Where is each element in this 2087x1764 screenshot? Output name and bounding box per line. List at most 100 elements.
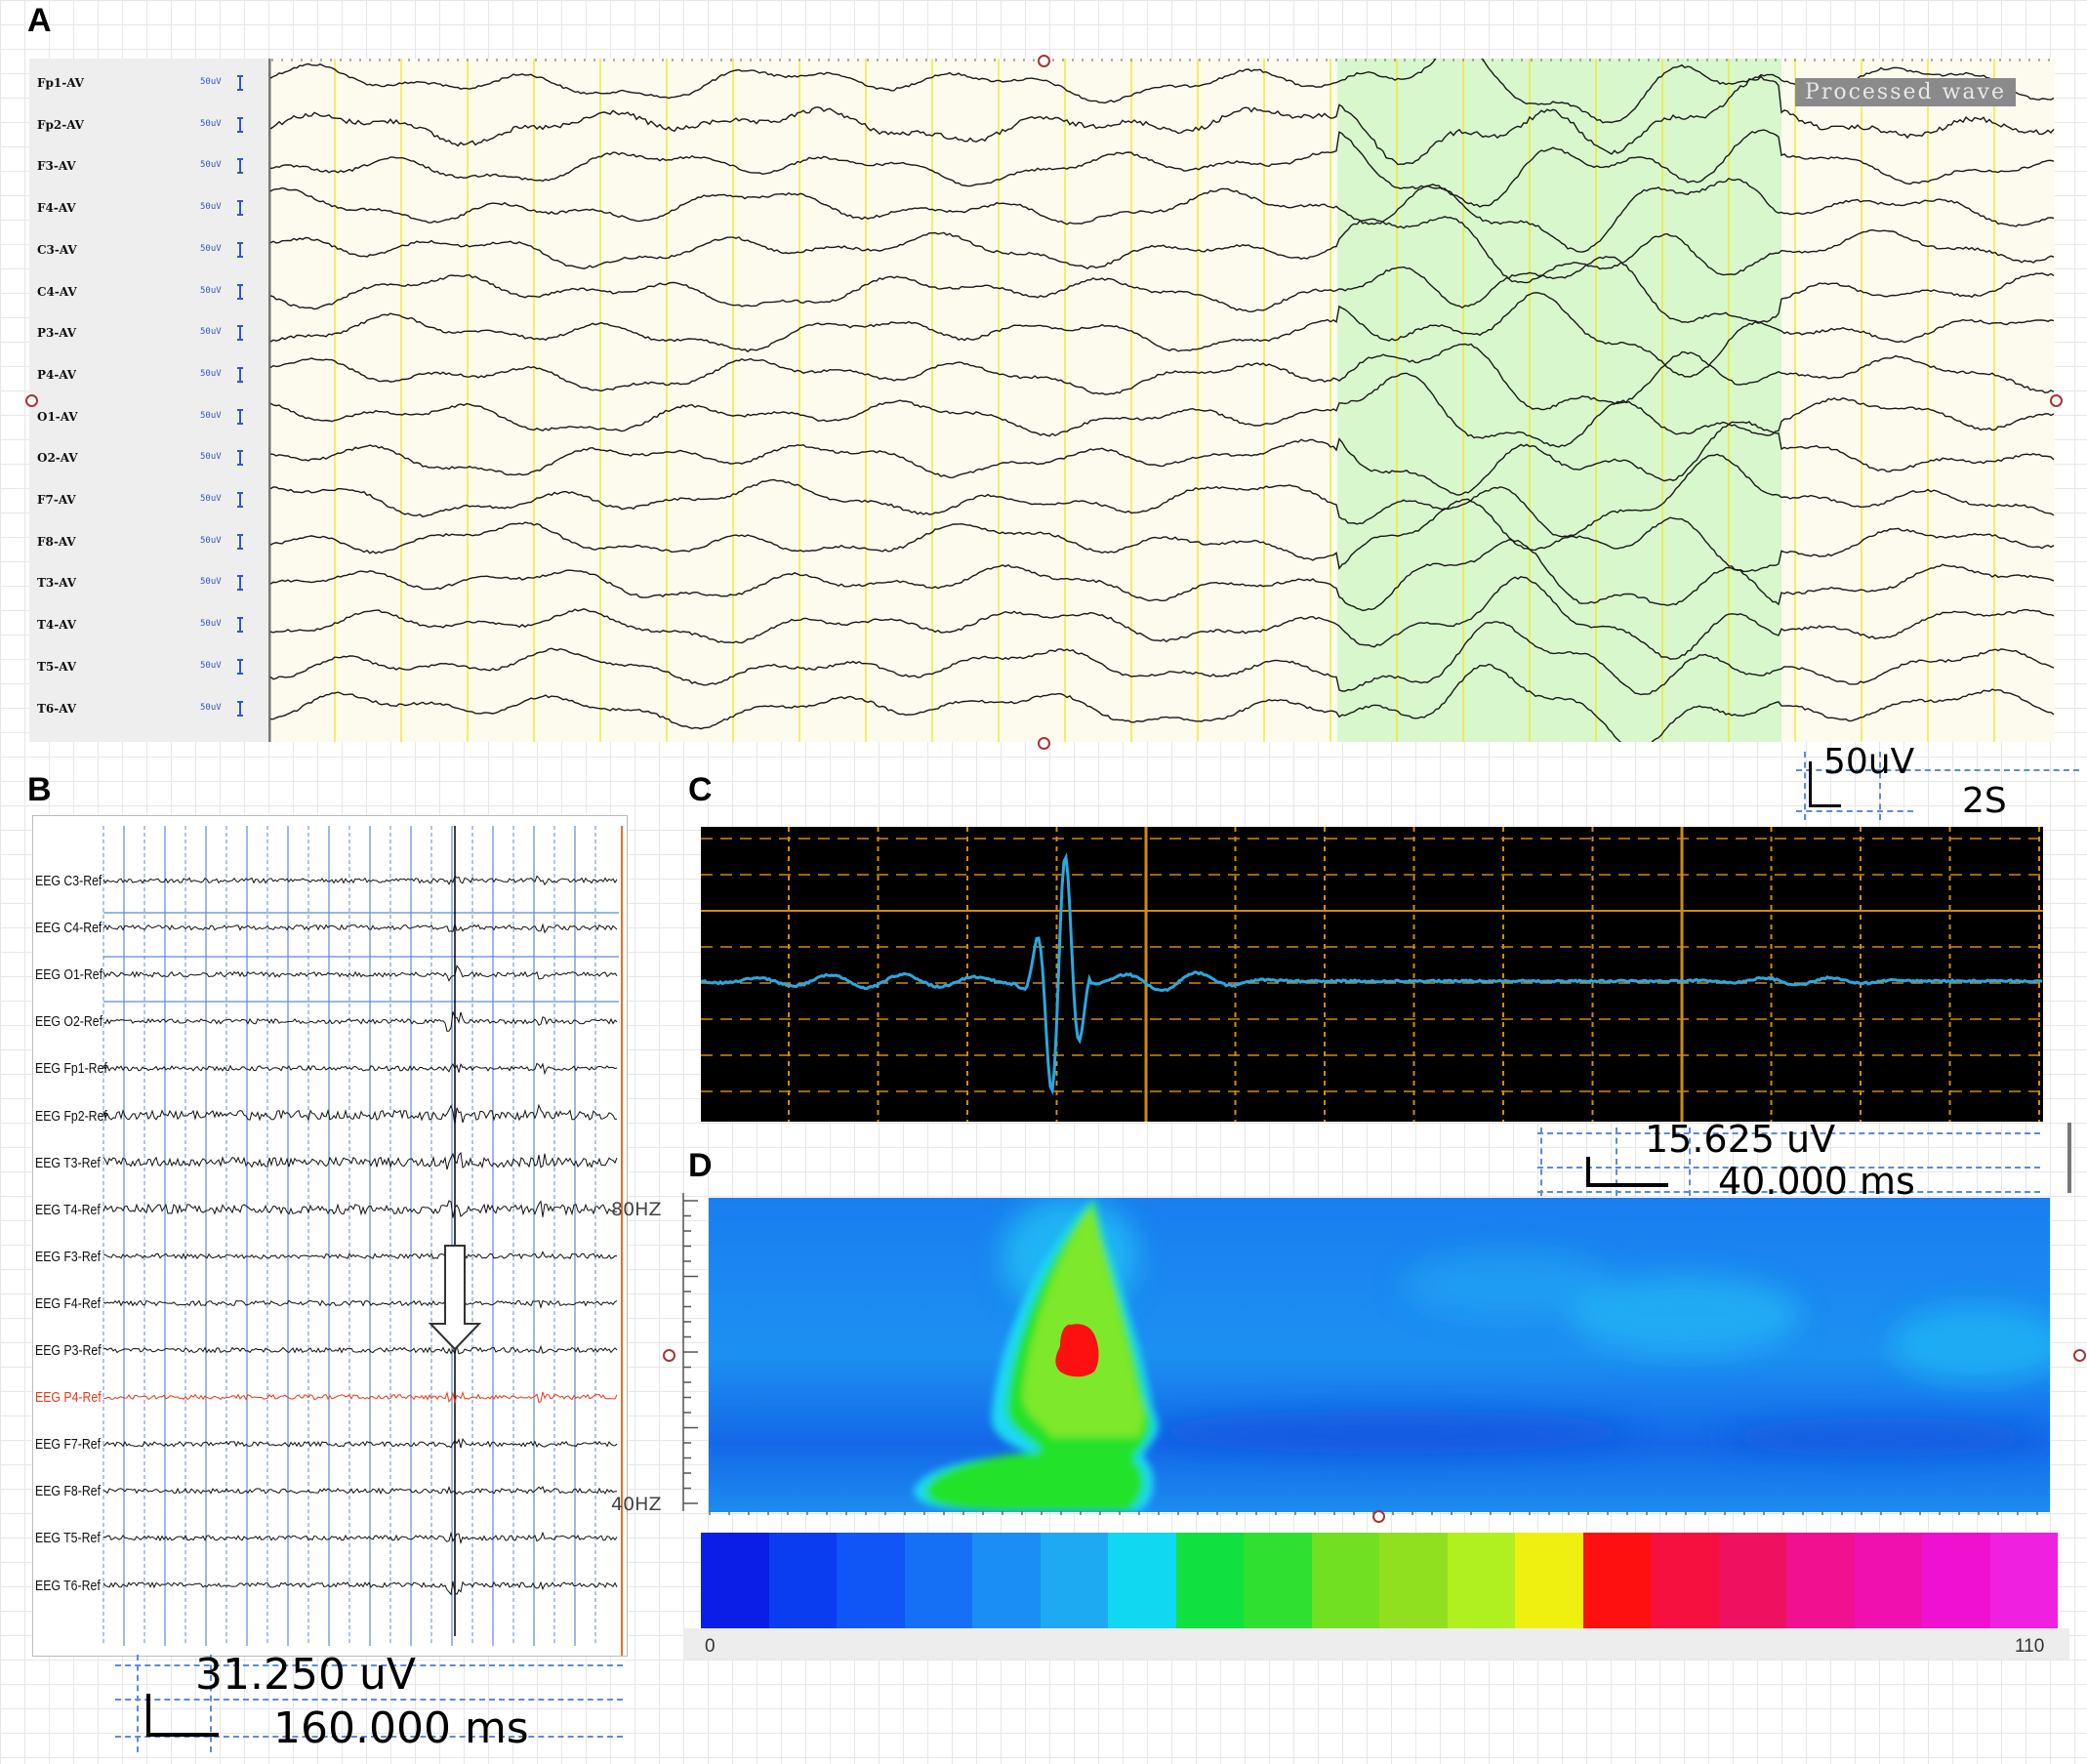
resize-handle-bottom[interactable] — [1038, 737, 1050, 750]
channel-label: P3-AV — [37, 326, 77, 341]
eeg-trace-area-b — [102, 826, 623, 1656]
panel-a-eeg-view: Fp1-AV 50uV Fp2-AV 50uV F3-AV 50uV F4-AV 50uV C3… — [29, 59, 2055, 742]
channel-label: O1-AV — [37, 409, 78, 424]
gain-bar-icon — [237, 366, 245, 383]
gain-bar-icon — [237, 533, 245, 550]
channel-label: EEG C3-Ref — [35, 873, 102, 889]
eeg-trace — [103, 1390, 618, 1404]
gain-label: 50uV — [200, 77, 222, 87]
eeg-trace-area — [268, 59, 2055, 742]
panel-letter-a: A — [27, 2, 52, 39]
panel-a-scale-time: 2S — [1962, 781, 2007, 821]
colorbar — [701, 1533, 2058, 1628]
highlight-region — [1337, 59, 1781, 742]
eeg-trace — [102, 922, 618, 934]
gain-bar-icon — [237, 200, 245, 217]
channel-label: T3-AV — [37, 576, 77, 591]
channel-label: Fp2-AV — [37, 117, 84, 132]
channel-label: P4-AV — [37, 367, 77, 382]
eeg-trace — [102, 875, 618, 886]
colorbar-swatch — [1379, 1533, 1448, 1628]
eeg-trace — [102, 1011, 618, 1032]
eeg-trace — [102, 1103, 618, 1126]
channel-label: T4-AV — [37, 618, 77, 633]
resize-handle-right[interactable] — [2050, 394, 2063, 407]
channel-label: EEG F7-Ref — [35, 1436, 101, 1454]
spectrogram-plot — [709, 1198, 2066, 1512]
time-tick-row — [709, 1511, 2038, 1515]
gain-label: 50uV — [200, 702, 222, 713]
colorbar-swatch — [1447, 1533, 1515, 1628]
colorbar-strip — [683, 1628, 2069, 1660]
freq-label-bottom: 40HZ — [611, 1494, 662, 1515]
channel-label-column: Fp1-AV 50uV Fp2-AV 50uV F3-AV 50uV F4-AV 50uV C3… — [29, 59, 268, 742]
gain-label: 50uV — [200, 118, 222, 129]
eeg-trace — [102, 1151, 618, 1170]
panel-b-scale-time: 160.000 ms — [273, 1703, 529, 1753]
colorbar-swatch — [972, 1533, 1041, 1628]
colorbar-swatch — [1786, 1533, 1855, 1628]
channel-label: EEG O1-Ref — [35, 966, 103, 984]
channel-label: EEG C4-Ref — [35, 920, 102, 937]
gain-bar-icon — [237, 408, 245, 425]
gain-label: 50uV — [200, 327, 222, 338]
colorbar-swatch — [701, 1533, 769, 1628]
gain-label: 50uV — [200, 577, 222, 588]
channel-label: EEG Fp2-Ref — [35, 1107, 107, 1125]
panel-c-scale-time: 40.000 ms — [1718, 1160, 1915, 1203]
processed-wave-badge: Processed wave — [1795, 78, 2016, 106]
eeg-trace — [102, 1580, 618, 1596]
channel-label: F8-AV — [37, 534, 76, 549]
gain-bar-icon — [237, 450, 245, 467]
colorbar-swatch — [1311, 1533, 1379, 1628]
channel-label: T5-AV — [37, 659, 77, 674]
channel-label: EEG F3-Ref — [35, 1248, 101, 1265]
scale-bracket-icon — [146, 1694, 219, 1737]
gain-bar-icon — [237, 325, 245, 342]
resize-handle-top[interactable] — [1038, 55, 1050, 67]
channel-label: EEG P3-Ref — [35, 1342, 102, 1359]
freq-label-top: 80HZ — [611, 1199, 662, 1220]
gain-bar-icon — [237, 283, 245, 300]
gain-label: 50uV — [200, 619, 222, 630]
channel-label: T6-AV — [37, 701, 77, 716]
resize-handle-right-d[interactable] — [2073, 1349, 2086, 1362]
gain-label: 50uV — [200, 494, 222, 504]
panel-c-waveform-view — [700, 827, 2043, 1122]
channel-label: F7-AV — [37, 493, 76, 507]
eeg-trace — [102, 1531, 618, 1545]
channel-label: EEG T4-Ref — [35, 1201, 101, 1218]
panel-letter-c: C — [688, 771, 713, 808]
colorbar-swatch — [1244, 1533, 1312, 1628]
channel-label: EEG F8-Ref — [35, 1483, 101, 1500]
gain-bar-icon — [237, 492, 245, 508]
eeg-trace — [102, 1062, 618, 1076]
gain-bar-icon — [237, 75, 245, 91]
resize-handle-left[interactable] — [25, 394, 38, 407]
colorbar-swatch — [1922, 1533, 1990, 1628]
resize-handle-left-d[interactable] — [663, 1349, 675, 1362]
gain-label: 50uV — [200, 368, 222, 379]
gain-label: 50uV — [200, 410, 222, 421]
colorbar-max-label: 110 — [2015, 1636, 2045, 1657]
channel-label: C4-AV — [37, 284, 77, 299]
colorbar-min-label: 0 — [705, 1636, 716, 1657]
gain-bar-icon — [237, 158, 245, 175]
eeg-trace — [102, 1485, 618, 1496]
scale-bracket-icon — [1586, 1157, 1668, 1187]
eeg-trace — [102, 1297, 618, 1310]
gain-bar-icon — [237, 116, 245, 133]
panel-b-eeg-view: EEG C3-Ref EEG C4-Ref EEG O1-Ref EEG O2-Ref… — [32, 815, 628, 1657]
gain-label: 50uV — [200, 660, 222, 671]
gain-bar-icon — [237, 700, 245, 717]
colorbar-swatch — [1718, 1533, 1786, 1628]
colorbar-swatch — [1989, 1533, 2058, 1628]
panel-letter-b: B — [27, 771, 52, 808]
panel-a-scale-amplitude: 50uV — [1823, 742, 1915, 782]
gain-label: 50uV — [200, 452, 222, 463]
scroll-handle[interactable] — [2067, 1123, 2071, 1193]
channel-label: Fp1-AV — [37, 76, 84, 90]
channel-label: EEG T3-Ref — [35, 1154, 101, 1171]
colorbar-swatch — [1854, 1533, 1922, 1628]
channel-label: C3-AV — [37, 242, 77, 257]
